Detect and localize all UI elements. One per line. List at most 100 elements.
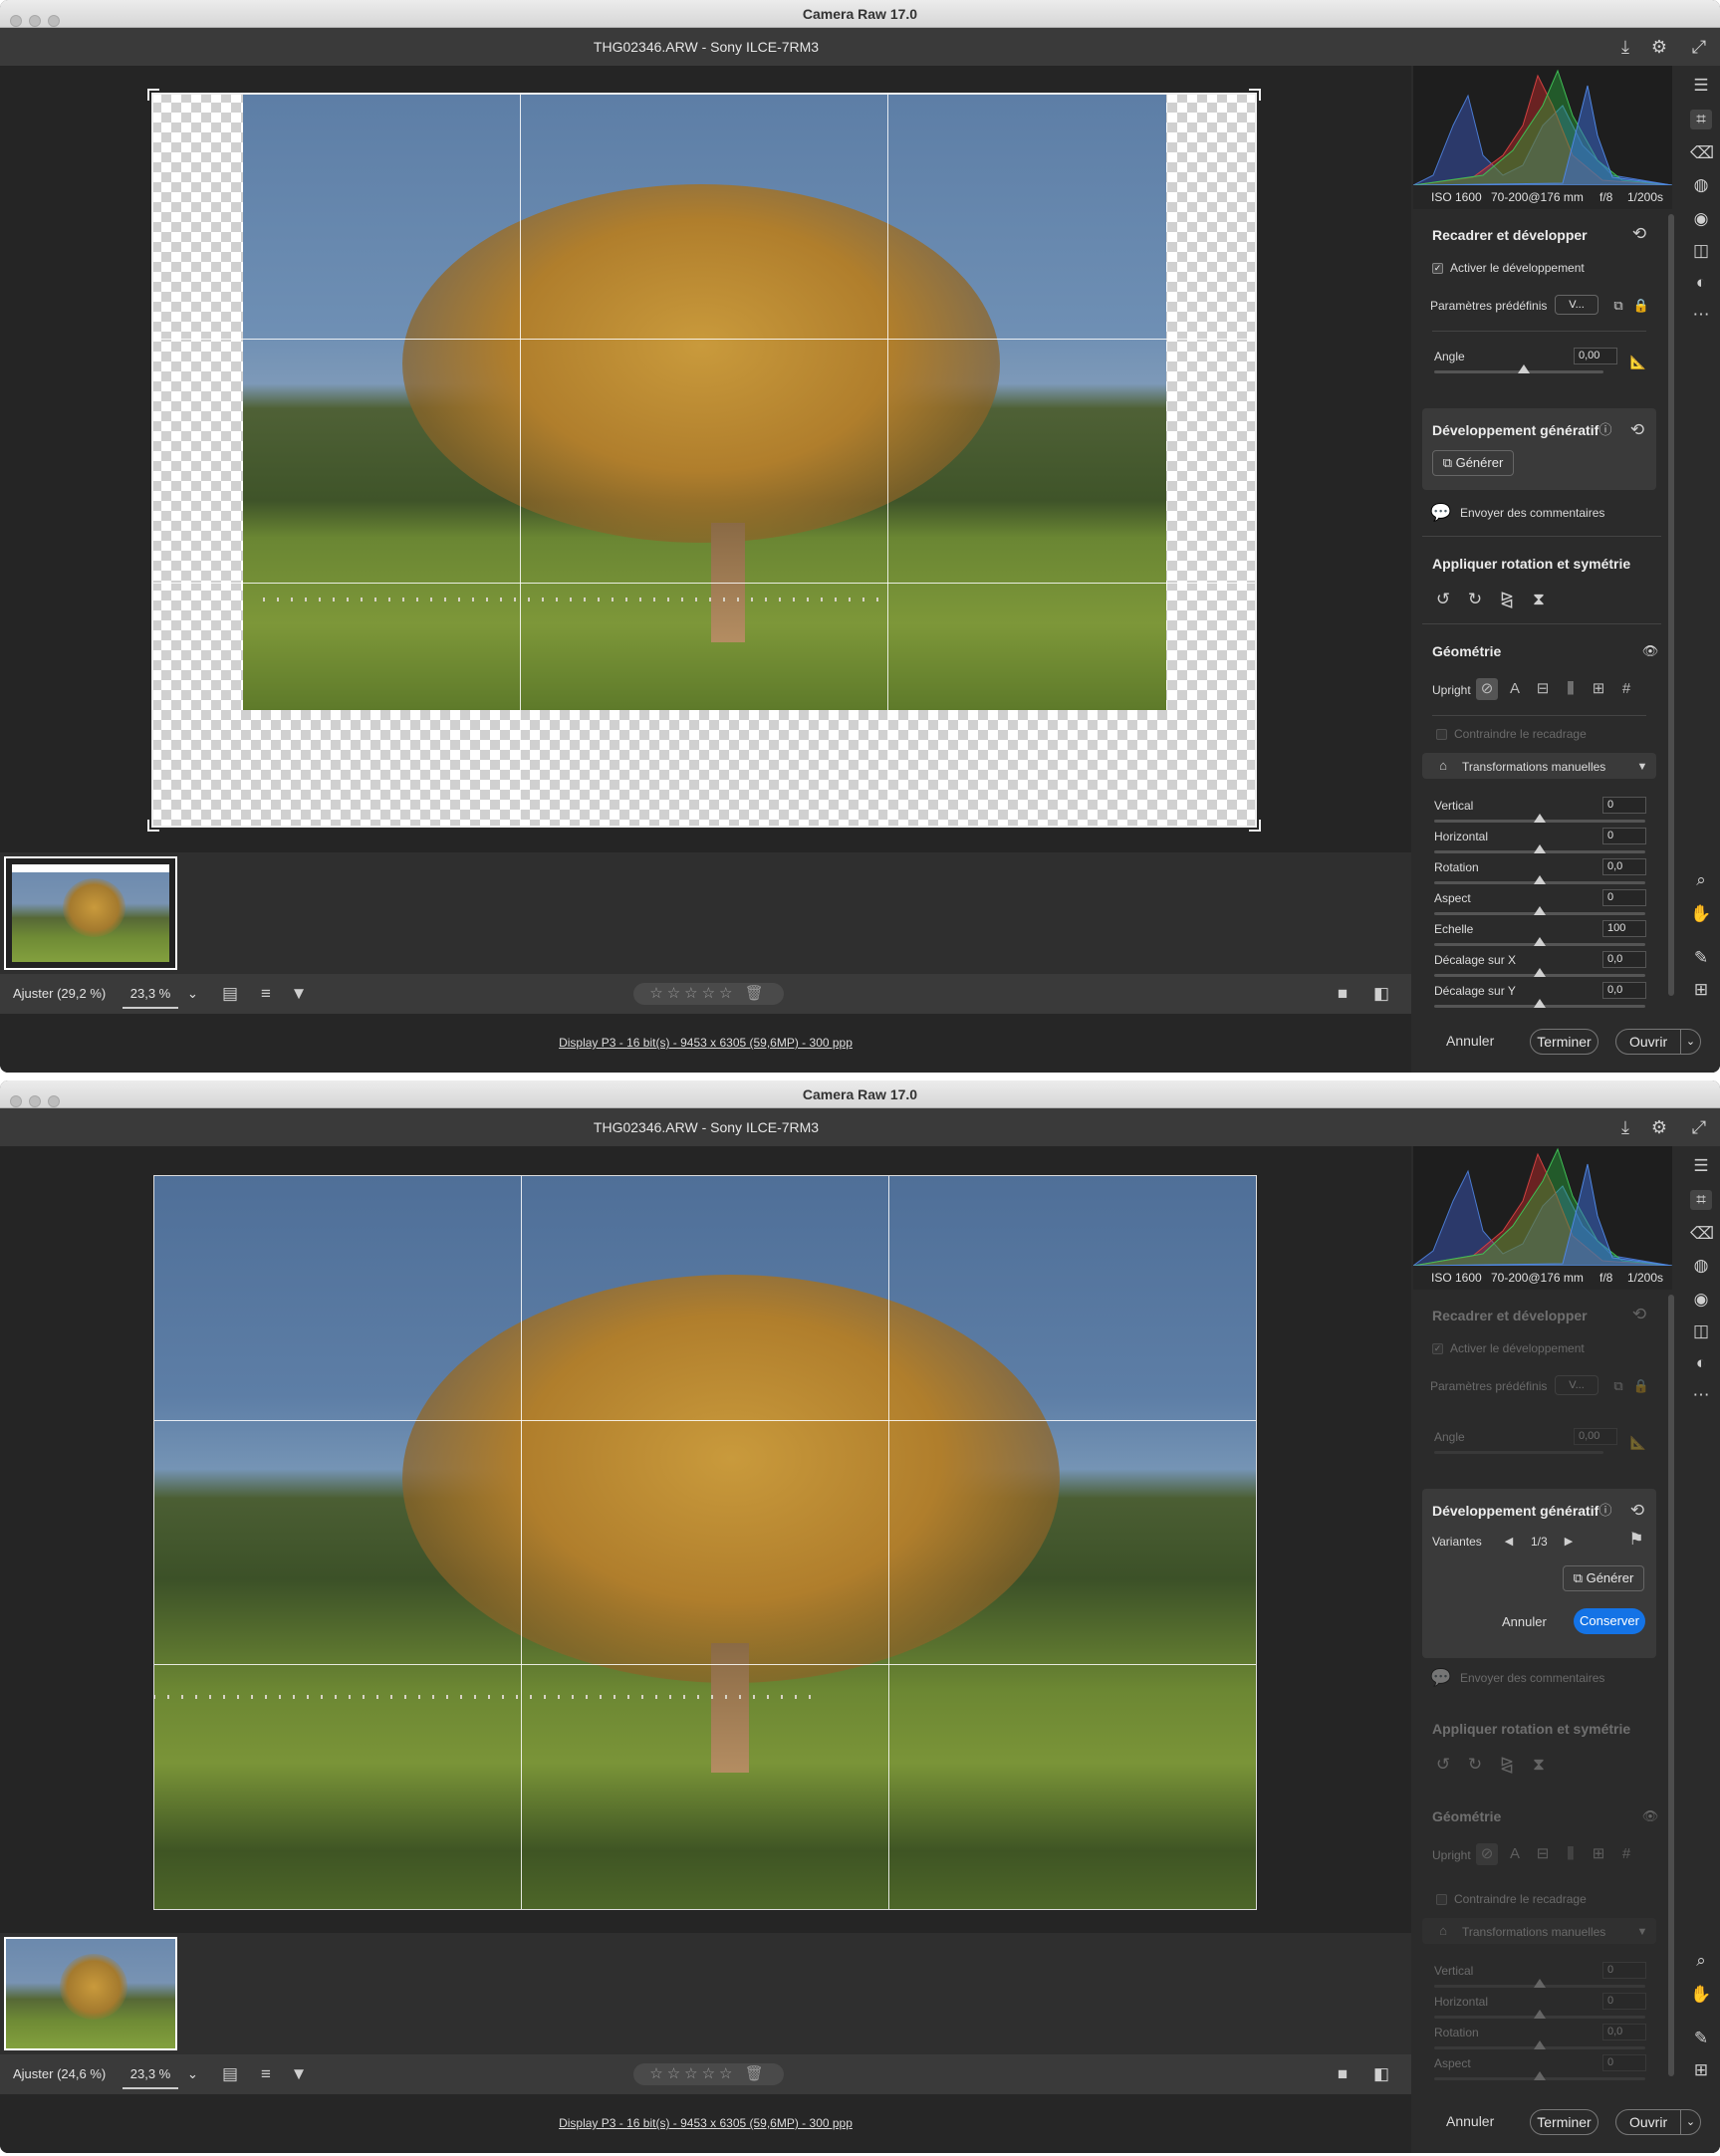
healing-icon[interactable]: ◍ xyxy=(1690,175,1712,195)
crop-overlay[interactable] xyxy=(153,1175,1257,1910)
copy-icon[interactable]: ⧉ xyxy=(1607,296,1629,316)
crop-handle-tr[interactable] xyxy=(1249,89,1261,101)
angle-input[interactable]: 0,00 xyxy=(1574,348,1617,364)
info-icon[interactable]: ⓘ xyxy=(1595,1501,1616,1521)
previous-variant-icon[interactable]: ◀ xyxy=(1498,1532,1520,1552)
image-canvas[interactable] xyxy=(0,1146,1411,1933)
rotate-section-title[interactable]: Appliquer rotation et symétrie xyxy=(1432,556,1630,572)
edit-sliders-icon[interactable]: ☰ xyxy=(1690,76,1712,96)
angle-slider-thumb[interactable] xyxy=(1518,364,1530,373)
zoom-chevron-icon[interactable]: ⌄ xyxy=(187,2054,198,2094)
eyedropper-icon[interactable]: ✎ xyxy=(1690,2029,1712,2048)
slider-value-input[interactable]: 100 xyxy=(1602,920,1646,937)
single-view-icon[interactable]: ■ xyxy=(1332,984,1353,1004)
generate-button[interactable]: ⧉ Générer xyxy=(1432,450,1514,476)
eyedropper-icon[interactable]: ✎ xyxy=(1690,948,1712,968)
generative-title[interactable]: Développement génératif xyxy=(1432,422,1598,438)
save-icon[interactable]: ⤓ xyxy=(1614,36,1636,58)
delete-icon[interactable]: 🗑 xyxy=(745,2065,768,2082)
single-view-icon[interactable]: ■ xyxy=(1332,2064,1353,2084)
constrain-crop-checkbox[interactable] xyxy=(1436,729,1447,740)
slider-thumb[interactable] xyxy=(1534,906,1546,915)
masking-icon[interactable]: ◐ xyxy=(1690,1353,1712,1373)
sort-icon[interactable]: ≡ xyxy=(255,2064,277,2084)
crop-handle-bl[interactable] xyxy=(147,820,159,832)
slider-thumb[interactable] xyxy=(1534,999,1546,1008)
info-icon[interactable]: ⓘ xyxy=(1595,420,1616,440)
open-chevron-icon[interactable]: ⌄ xyxy=(1680,2110,1700,2134)
slider-value-input[interactable]: 0 xyxy=(1602,797,1646,814)
minimize-window-button[interactable] xyxy=(29,15,41,27)
generative-title[interactable]: Développement génératif xyxy=(1432,1503,1598,1519)
straighten-tool-icon[interactable]: 📐 xyxy=(1627,353,1649,372)
reset-icon[interactable]: ⟲ xyxy=(1626,420,1648,440)
filter-icon[interactable]: ▼ xyxy=(288,984,310,1004)
more-icon[interactable]: ⋯ xyxy=(1690,305,1712,325)
masking-icon[interactable]: ◐ xyxy=(1690,273,1712,293)
open-label[interactable]: Ouvrir xyxy=(1629,1034,1667,1050)
fit-zoom-button[interactable]: Ajuster (29,2 %) xyxy=(13,974,106,1014)
upright-full-icon[interactable]: ⊞ xyxy=(1588,678,1609,700)
workflow-options-link[interactable]: Display P3 - 16 bit(s) - 9453 x 6305 (59… xyxy=(0,1014,1411,1073)
grid-overlay-icon[interactable]: ⊞ xyxy=(1690,980,1712,1000)
slider-value-input[interactable]: 0 xyxy=(1602,828,1646,844)
done-button[interactable]: Terminer xyxy=(1530,2109,1598,2135)
open-label[interactable]: Ouvrir xyxy=(1629,2114,1667,2130)
flip-horizontal-icon[interactable]: ⧎ xyxy=(1496,590,1518,609)
more-icon[interactable]: ⋯ xyxy=(1690,1385,1712,1405)
comment-icon[interactable]: 💬 xyxy=(1430,503,1452,523)
reset-icon[interactable]: ⟲ xyxy=(1628,224,1650,244)
close-window-button[interactable] xyxy=(10,15,22,27)
crop-section-title[interactable]: Recadrer et développer xyxy=(1432,227,1588,243)
geometry-title[interactable]: Géométrie xyxy=(1432,643,1501,659)
collapse-triangle-icon[interactable]: ▼ xyxy=(1631,757,1653,777)
fullscreen-icon[interactable]: ⤢ xyxy=(1688,1116,1710,1138)
generate-button[interactable]: ⧉ Générer xyxy=(1563,1565,1644,1591)
filter-icon[interactable]: ▼ xyxy=(288,2064,310,2084)
zoom-tool-icon[interactable]: ⌕ xyxy=(1690,1951,1712,1971)
star-rating[interactable]: ☆☆☆☆☆ 🗑 xyxy=(633,2063,784,2085)
open-button[interactable]: Ouvrir ⌄ xyxy=(1615,1029,1701,1055)
generative-cancel-button[interactable]: Annuler xyxy=(1502,1614,1547,1629)
panel-scrollbar[interactable] xyxy=(1668,214,1674,996)
minimize-window-button[interactable] xyxy=(29,1095,41,1107)
done-button[interactable]: Terminer xyxy=(1530,1029,1598,1055)
hand-tool-icon[interactable]: ✋ xyxy=(1690,904,1712,924)
fullscreen-icon[interactable]: ⤢ xyxy=(1688,36,1710,58)
sort-icon[interactable]: ≡ xyxy=(255,984,277,1004)
delete-icon[interactable]: 🗑 xyxy=(745,985,768,1002)
gear-icon[interactable]: ⚙ xyxy=(1648,1116,1670,1138)
feedback-link[interactable]: Envoyer des commentaires xyxy=(1460,506,1604,520)
generate-label[interactable]: Générer xyxy=(1456,455,1504,470)
slider-value-input[interactable]: 0,0 xyxy=(1602,982,1646,999)
rating-stars[interactable]: ☆☆☆☆☆ xyxy=(649,2065,736,2082)
edit-sliders-icon[interactable]: ☰ xyxy=(1690,1156,1712,1176)
slider-value-input[interactable]: 0,0 xyxy=(1602,858,1646,875)
filmstrip-options-icon[interactable]: ▤ xyxy=(219,984,241,1004)
presets-icon[interactable]: ◫ xyxy=(1690,241,1712,261)
crop-overlay[interactable] xyxy=(151,93,1257,828)
presets-select[interactable]: V... xyxy=(1555,295,1598,315)
filmstrip-options-icon[interactable]: ▤ xyxy=(219,2064,241,2084)
zoom-tool-icon[interactable]: ⌕ xyxy=(1690,870,1712,890)
cancel-button[interactable]: Annuler xyxy=(1446,2113,1494,2129)
flip-vertical-icon[interactable]: ⧗ xyxy=(1528,590,1550,609)
workflow-options-link[interactable]: Display P3 - 16 bit(s) - 9453 x 6305 (59… xyxy=(0,2094,1411,2153)
slider-thumb[interactable] xyxy=(1534,814,1546,823)
zoom-window-button[interactable] xyxy=(48,1095,60,1107)
save-icon[interactable]: ⤓ xyxy=(1614,1116,1636,1138)
enable-expand-checkbox[interactable]: ✓ xyxy=(1432,263,1443,274)
zoom-level-select[interactable]: 23,3 % xyxy=(123,979,178,1009)
filmstrip-thumbnail[interactable] xyxy=(4,856,177,970)
panel-scrollbar[interactable] xyxy=(1668,1295,1674,2076)
crop-tool-icon[interactable]: ⌗ xyxy=(1690,1190,1712,1210)
presets-icon[interactable]: ◫ xyxy=(1690,1321,1712,1341)
slider-thumb[interactable] xyxy=(1534,968,1546,977)
zoom-level-select[interactable]: 23,3 % xyxy=(123,2059,178,2089)
keep-button[interactable]: Conserver xyxy=(1574,1608,1645,1634)
open-chevron-icon[interactable]: ⌄ xyxy=(1680,1030,1700,1054)
next-variant-icon[interactable]: ▶ xyxy=(1558,1532,1580,1552)
slider-value-input[interactable]: 0,0 xyxy=(1602,951,1646,968)
zoom-chevron-icon[interactable]: ⌄ xyxy=(187,974,198,1014)
flag-icon[interactable]: ⚑ xyxy=(1625,1530,1647,1550)
